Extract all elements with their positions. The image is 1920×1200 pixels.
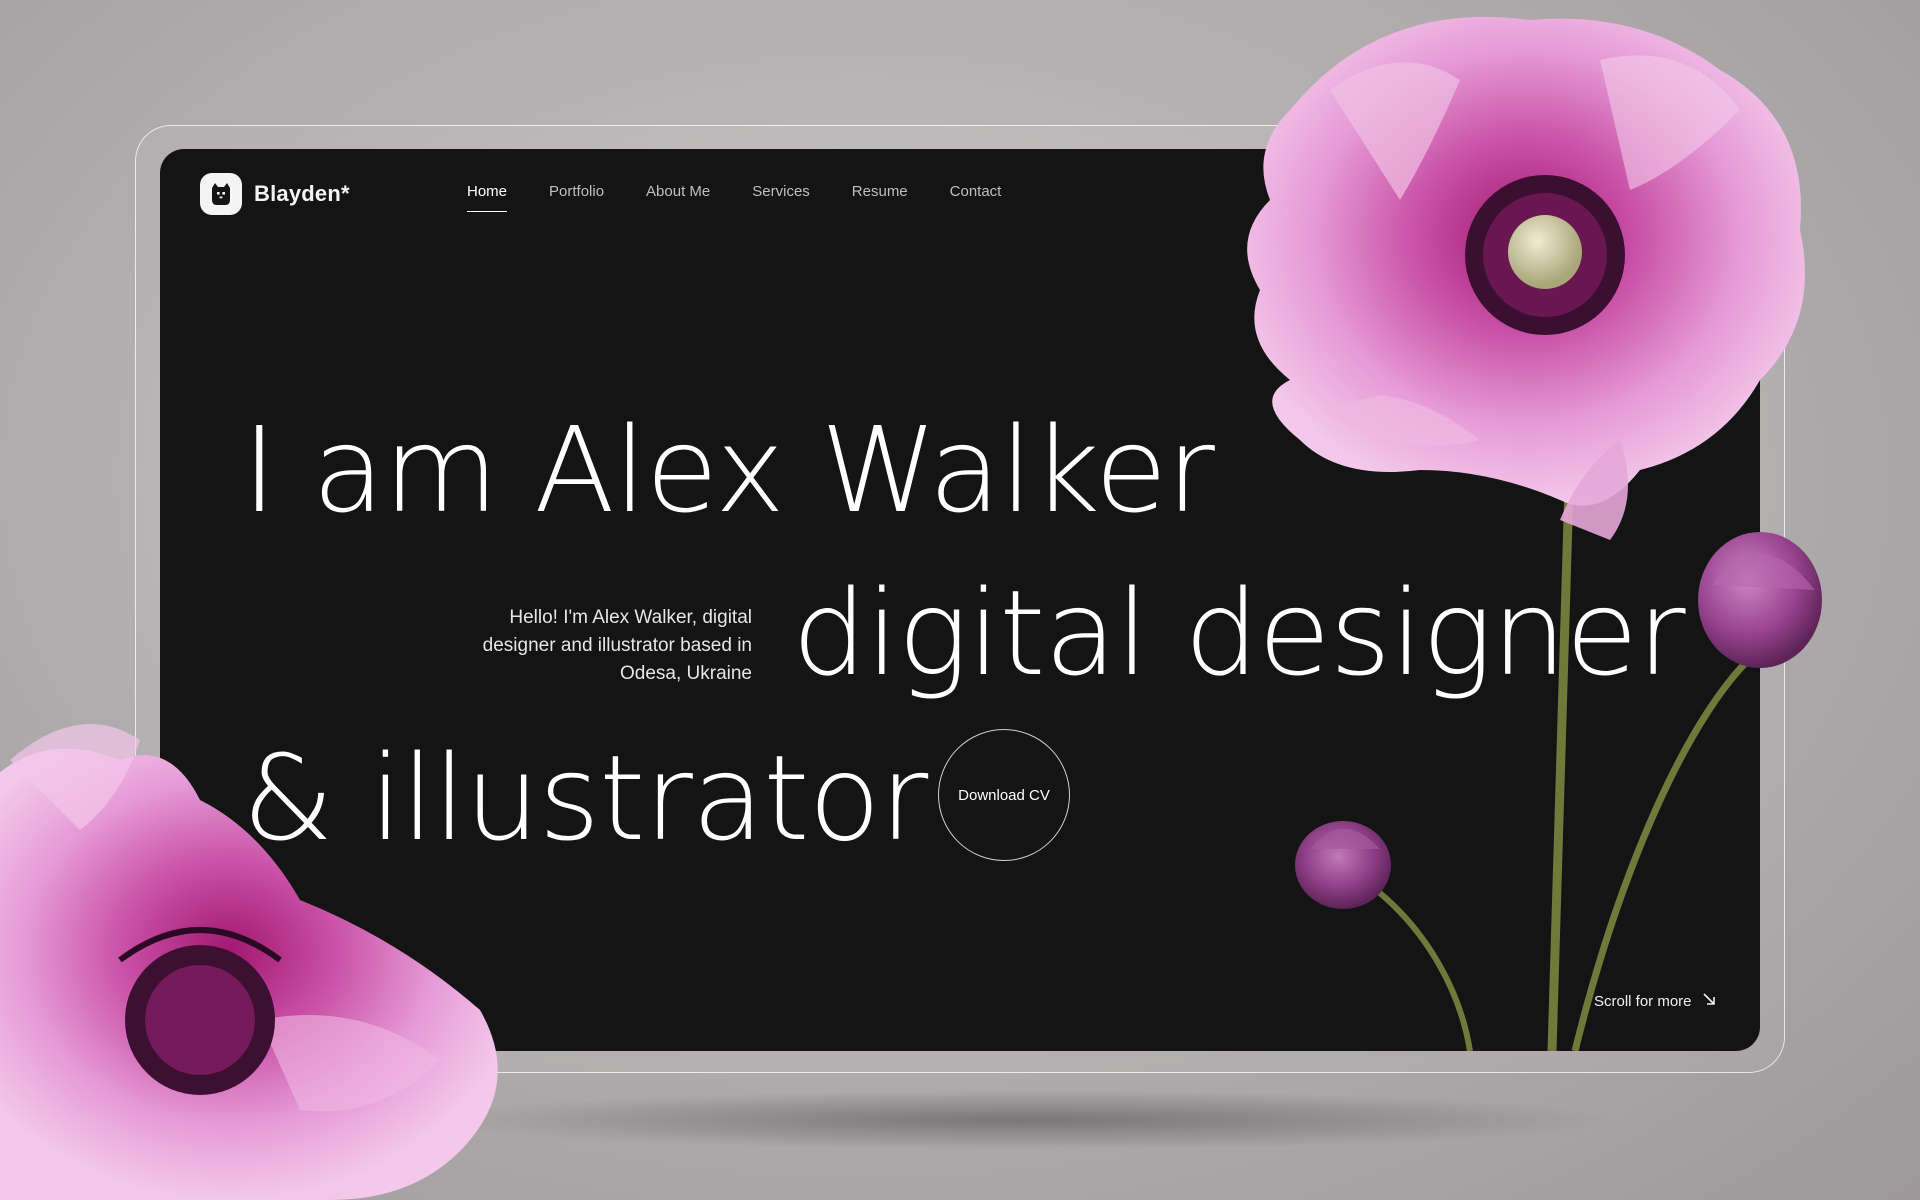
website-screen: Blayden* Home Portfolio About Me Service…: [160, 149, 1760, 1051]
scroll-label: Scroll for more: [1594, 992, 1692, 1010]
download-cv-label: Download CV: [958, 786, 1050, 804]
arrow-down-right-icon: [1702, 992, 1716, 1010]
intro-text: Hello! I'm Alex Walker, digital designer…: [460, 604, 752, 688]
device-shadow: [420, 1090, 1620, 1150]
scroll-for-more-link[interactable]: Scroll for more: [1594, 992, 1716, 1010]
download-cv-button[interactable]: Download CV: [938, 729, 1070, 861]
intro-line-1: Hello! I'm Alex Walker, digital: [509, 607, 752, 628]
headline-line-2: digital designer: [792, 564, 1686, 702]
headline-line-3: & illustrator: [242, 729, 928, 867]
intro-line-2: designer and illustrator based in: [482, 635, 752, 656]
intro-line-3: Odesa, Ukraine: [619, 663, 752, 684]
headline-line-1: I am Alex Walker: [242, 401, 1215, 539]
